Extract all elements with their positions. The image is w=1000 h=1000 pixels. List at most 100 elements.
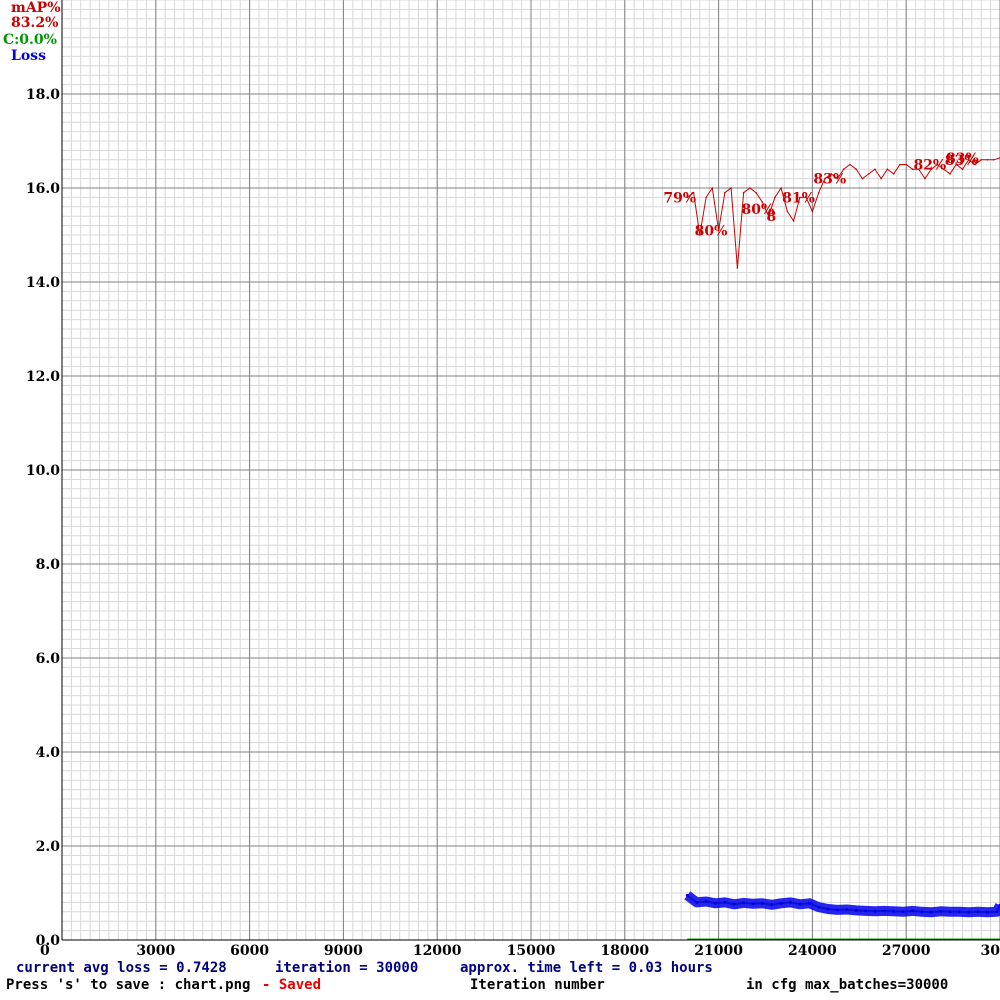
map-annotation: 80% [695,223,728,239]
map-annotation: 82% [913,158,946,174]
loss-point [845,907,849,911]
loss-point [807,901,811,905]
loss-point [760,901,764,905]
map-point [792,220,795,222]
map-point [842,168,845,170]
map-point [811,210,814,213]
map-point [949,173,951,175]
loss-point [929,910,933,914]
map-point [711,187,714,189]
map-legend-label: mAP% [11,0,61,16]
time-left-text: approx. time left = 0.03 hours [460,960,713,976]
saved-text: - Saved [262,977,322,993]
map-annotation: 81% [782,190,815,206]
map-point [905,163,907,166]
loss-point [939,909,943,913]
y-tick-label: 6.0 [36,651,61,667]
loss-point [920,910,924,914]
loss-point [882,909,886,913]
loss-point [685,893,689,897]
map-point [867,173,870,175]
loss-point [817,905,821,909]
loss-point [826,907,830,911]
training-chart: 0.02.04.06.08.010.012.014.016.018.00 3000… [26,0,1000,959]
loss-point [985,910,989,914]
loss-point [742,901,746,905]
loss-point [723,900,727,904]
map-point [892,173,895,175]
map-point [724,191,726,194]
max-batches-text: in cfg max_batches=30000 [746,977,949,993]
loss-point [892,909,896,913]
x-axis-label: Iteration number [470,977,605,993]
map-point [899,163,901,166]
map-annotation: 79% [663,190,696,206]
map-point [755,191,757,194]
map-point [749,187,751,189]
map-annotation: 83% [813,172,846,188]
avg-loss-text: current avg loss = 0.7428 [16,960,227,976]
iteration-text: iteration = 30000 [275,960,419,976]
map-legend-value: 83.2% [11,15,59,31]
map-point [986,159,989,161]
x-tick-label: 9000 [324,943,363,959]
loss-point [789,900,793,904]
x-tick-label: 27000 [882,943,931,959]
loss-point [910,909,914,913]
loss-point [948,910,952,914]
y-tick-label: 10.0 [26,463,60,479]
x-tick-label: 15000 [507,943,556,959]
loss-point [732,902,736,906]
x-tick-label: 12000 [413,943,462,959]
loss-point [713,901,717,905]
x-tick-label: 3000 [136,943,175,959]
y-tick-label: 14.0 [26,275,60,291]
map-point [874,168,876,170]
y-tick-label: 18.0 [26,87,60,103]
y-tick-label: 4.0 [36,745,61,761]
map-point [861,177,864,180]
map-point [980,159,983,161]
map-point [817,191,820,194]
loss-point [864,909,868,913]
loss-point [770,903,774,907]
x-tick-label: 3000 [981,943,1000,959]
map-point [736,267,739,269]
loss-point [901,910,905,914]
y-tick-label: 2.0 [36,839,61,855]
map-point [774,196,776,199]
loss-point [854,908,858,912]
x-tick-label: 0 [40,943,50,959]
loss-point [704,899,708,903]
map-point [786,210,789,213]
map-annotation: 83% [946,151,979,167]
x-tick-label: 21000 [694,943,743,959]
map-point [780,187,782,189]
map-point [880,177,882,180]
y-tick-label: 16.0 [26,181,60,197]
map-point [924,177,926,180]
x-tick-label: 18000 [600,943,649,959]
loss-point [957,910,961,914]
x-tick-label: 6000 [230,943,269,959]
loss-point [779,901,783,905]
map-point [730,187,732,189]
map-point [855,168,857,170]
map-point [886,168,889,170]
loss-point [967,910,971,914]
map-point [742,191,745,194]
c-legend-label: C:0.0% [3,32,57,48]
map-point [705,196,707,199]
loss-point [976,910,980,914]
loss-point [798,902,802,906]
y-tick-label: 8.0 [36,557,61,573]
y-tick-label: 12.0 [26,369,60,385]
loss-point [995,910,999,914]
loss-point [873,909,877,913]
map-annotation: 8 [767,209,777,225]
save-hint-text: Press 's' to save : chart.png [6,977,251,993]
loss-point [695,900,699,904]
x-tick-label: 24000 [788,943,837,959]
loss-point [835,908,839,912]
loss-legend-label: Loss [11,48,46,64]
